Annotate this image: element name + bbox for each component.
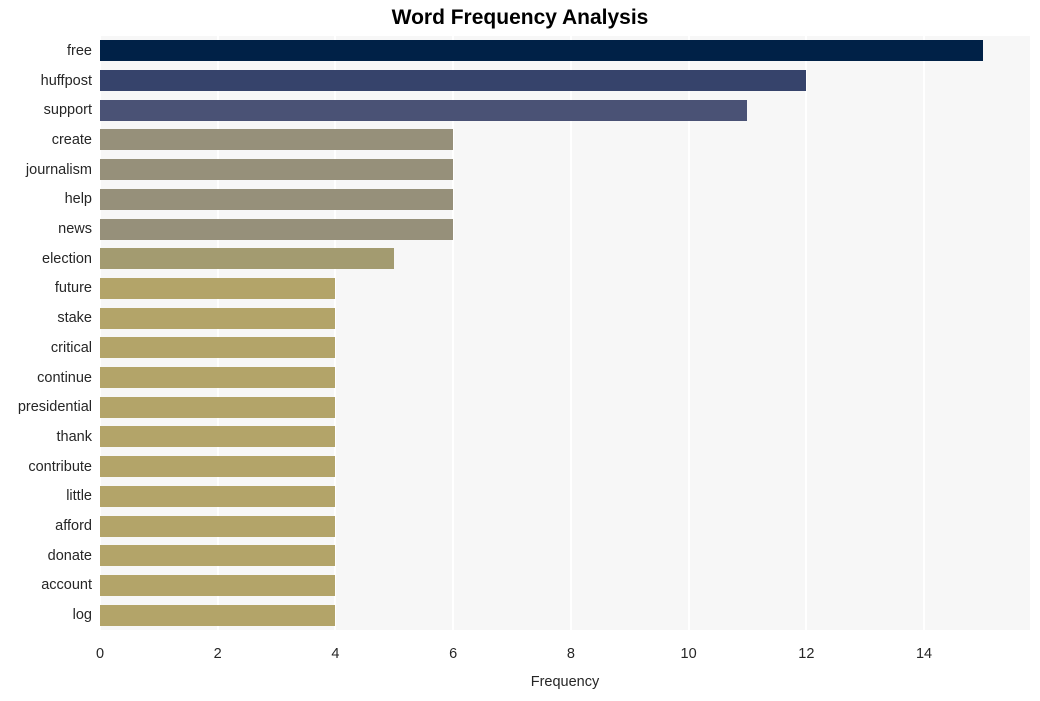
bar[interactable] bbox=[100, 604, 336, 626]
plot-area bbox=[100, 36, 1030, 630]
bar[interactable] bbox=[100, 159, 454, 181]
y-tick-label-log: log bbox=[72, 607, 92, 624]
bar[interactable] bbox=[100, 574, 336, 596]
y-axis-tick-labels: free huffpost support create journalism help n… bbox=[0, 36, 92, 630]
x-tick-label-4: 4 bbox=[331, 646, 340, 662]
bar[interactable] bbox=[100, 40, 983, 62]
x-tick-label-12: 12 bbox=[798, 646, 815, 662]
bar[interactable] bbox=[100, 426, 336, 448]
x-tick-label-0: 0 bbox=[95, 646, 105, 662]
bar[interactable] bbox=[100, 99, 748, 121]
word-frequency-bar-chart: Word Frequency Analysis free huffpost supp… bbox=[0, 0, 1040, 701]
bar[interactable] bbox=[100, 307, 336, 329]
y-tick-label-free: free bbox=[67, 42, 92, 59]
x-tick-label-8: 8 bbox=[566, 646, 575, 662]
bar[interactable] bbox=[100, 218, 454, 240]
y-tick-label-huffpost: huffpost bbox=[40, 72, 92, 89]
y-tick-label-continue: continue bbox=[37, 369, 92, 386]
y-tick-label-thank: thank bbox=[56, 428, 92, 445]
y-tick-label-election: election bbox=[42, 250, 92, 267]
y-tick-label-support: support bbox=[43, 102, 92, 119]
y-tick-label-help: help bbox=[64, 191, 92, 208]
x-axis-tick-labels: 0 2 4 6 8 10 12 14 bbox=[96, 630, 1030, 662]
x-tick-label-10: 10 bbox=[680, 646, 697, 662]
y-tick-label-news: news bbox=[58, 221, 92, 238]
y-tick-label-journalism: journalism bbox=[25, 161, 92, 178]
y-tick-label-contribute: contribute bbox=[28, 458, 92, 475]
bar[interactable] bbox=[100, 277, 336, 299]
bars-group bbox=[100, 36, 1030, 630]
y-tick-label-presidential: presidential bbox=[17, 399, 92, 416]
x-tick-label-2: 2 bbox=[213, 646, 222, 662]
y-tick-label-stake: stake bbox=[57, 310, 92, 327]
bar[interactable] bbox=[100, 485, 336, 507]
bar[interactable] bbox=[100, 337, 336, 359]
chart-title: Word Frequency Analysis bbox=[391, 6, 649, 29]
y-tick-label-critical: critical bbox=[50, 339, 92, 356]
bar[interactable] bbox=[100, 70, 807, 92]
y-tick-label-create: create bbox=[51, 131, 92, 148]
bar[interactable] bbox=[100, 188, 454, 210]
y-tick-label-future: future bbox=[54, 280, 92, 297]
bar[interactable] bbox=[100, 248, 395, 270]
bar[interactable] bbox=[100, 129, 454, 151]
bar[interactable] bbox=[100, 367, 336, 389]
bar[interactable] bbox=[100, 545, 336, 567]
bar[interactable] bbox=[100, 396, 336, 418]
bar[interactable] bbox=[100, 456, 336, 478]
x-tick-label-6: 6 bbox=[449, 646, 458, 662]
y-tick-label-afford: afford bbox=[55, 518, 92, 535]
y-tick-label-account: account bbox=[41, 577, 92, 594]
x-tick-label-14: 14 bbox=[915, 646, 933, 662]
y-tick-label-little: little bbox=[66, 488, 92, 505]
y-tick-label-donate: donate bbox=[47, 547, 92, 564]
x-axis-title: Frequency bbox=[530, 674, 600, 690]
bar[interactable] bbox=[100, 515, 336, 537]
